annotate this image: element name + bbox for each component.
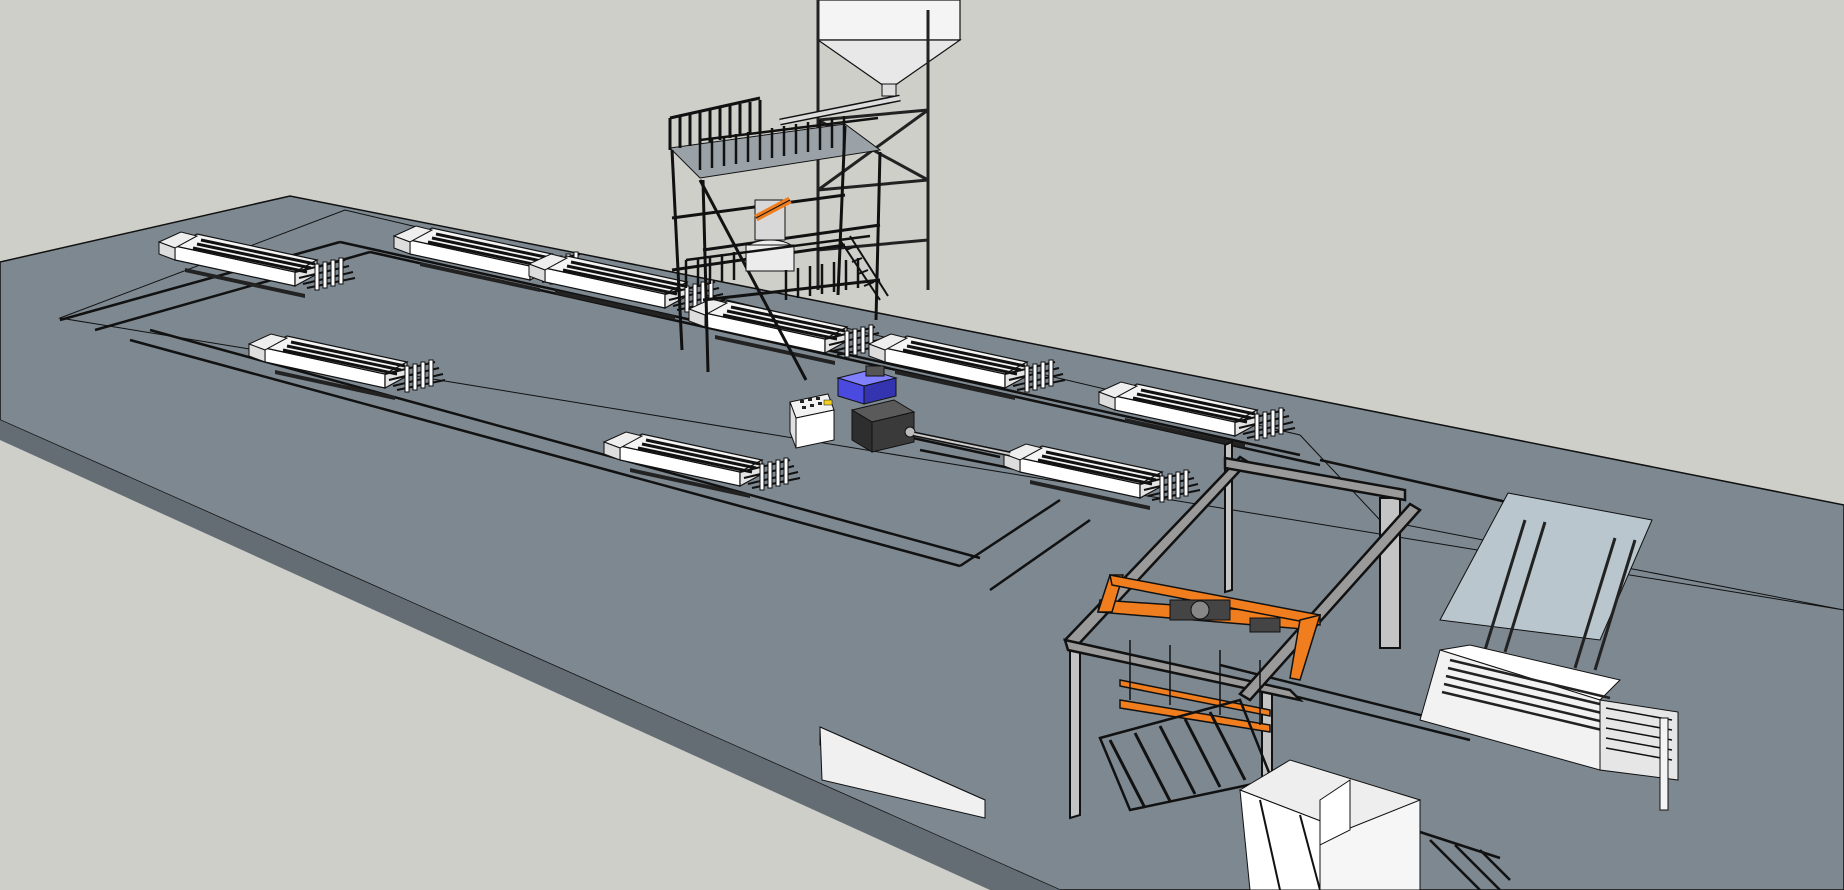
3d-model-viewport[interactable] [0,0,1844,890]
control-panel[interactable] [789,393,835,449]
factory-scene [0,0,1844,890]
